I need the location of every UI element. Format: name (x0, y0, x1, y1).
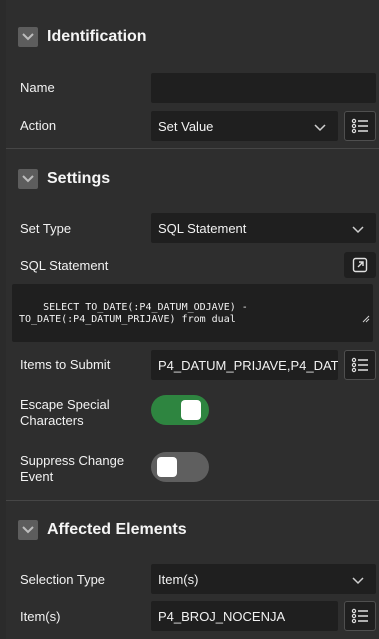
sql-code-text: SELECT TO_DATE(:P4_DATUM_ODJAVE) - TO_DA… (19, 302, 248, 325)
selection-type-select[interactable]: Item(s) (151, 564, 376, 594)
toggle-knob (181, 400, 201, 420)
set-type-select[interactable]: SQL Statement (151, 213, 376, 243)
section-affected-elements-header[interactable]: Affected Elements (6, 507, 379, 553)
label-line: Suppress Change (20, 453, 125, 468)
items-to-submit-list-button[interactable] (344, 350, 376, 380)
sql-statement-label: SQL Statement (20, 258, 109, 273)
expand-icon (352, 257, 368, 273)
suppress-change-event-label: Suppress Change Event (20, 453, 124, 485)
action-list-button[interactable] (344, 111, 376, 141)
collapse-chevron-icon[interactable] (18, 27, 38, 47)
section-title: Settings (47, 170, 111, 187)
resize-handle-icon[interactable] (326, 303, 370, 339)
set-type-select-value: SQL Statement (158, 220, 247, 236)
section-divider (6, 500, 379, 501)
action-select[interactable]: Set Value (151, 111, 338, 141)
items-input[interactable]: P4_BROJ_NOCENJA (151, 601, 338, 631)
action-select-value: Set Value (158, 118, 214, 134)
selection-type-select-value: Item(s) (158, 571, 199, 587)
label-line: Characters (20, 413, 84, 428)
section-divider (6, 148, 379, 149)
escape-special-characters-label: Escape Special Characters (20, 397, 110, 429)
code-editor-expand-button[interactable] (344, 252, 376, 278)
escape-special-characters-toggle[interactable] (151, 395, 209, 425)
collapse-chevron-icon[interactable] (18, 169, 38, 189)
list-icon (351, 357, 368, 373)
section-identification-header[interactable]: Identification (6, 14, 379, 60)
list-icon (351, 608, 368, 624)
chevron-down-icon (352, 222, 364, 237)
chevron-down-icon (352, 573, 364, 588)
items-list-button[interactable] (344, 601, 376, 631)
sql-code-editor[interactable]: SELECT TO_DATE(:P4_DATUM_ODJAVE) - TO_DA… (12, 284, 373, 342)
items-label: Item(s) (20, 609, 61, 624)
chevron-down-icon (314, 120, 326, 135)
set-type-label: Set Type (20, 221, 72, 236)
items-to-submit-input[interactable]: P4_DATUM_PRIJAVE,P4_DATUM_ODJAVE (151, 350, 338, 380)
property-editor-panel: Identification Name Action Set Value Set… (6, 0, 379, 639)
action-label: Action (20, 118, 57, 133)
label-line: Escape Special (20, 397, 110, 412)
section-settings-header[interactable]: Settings (6, 156, 379, 202)
toggle-knob (157, 457, 177, 477)
name-input[interactable] (151, 73, 376, 103)
items-to-submit-label: Items to Submit (20, 357, 111, 372)
suppress-change-event-toggle[interactable] (151, 452, 209, 482)
section-title: Identification (47, 28, 147, 45)
section-title: Affected Elements (47, 521, 187, 538)
collapse-chevron-icon[interactable] (18, 520, 38, 540)
selection-type-label: Selection Type (20, 572, 106, 587)
list-icon (351, 118, 368, 134)
name-label: Name (20, 80, 55, 95)
label-line: Event (20, 469, 54, 484)
